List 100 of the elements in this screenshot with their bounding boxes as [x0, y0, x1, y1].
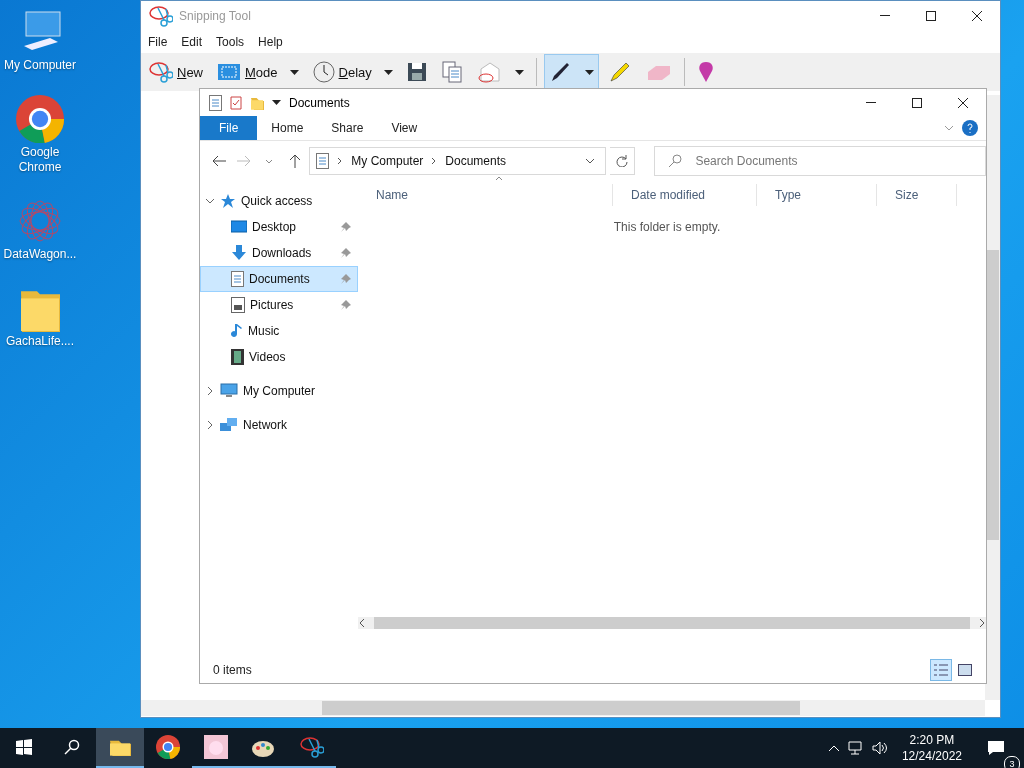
chevron-down-icon: [265, 158, 274, 164]
nav-item[interactable]: Music: [200, 318, 358, 344]
empty-folder-message: This folder is empty.: [613, 220, 721, 234]
download-icon: [231, 245, 247, 261]
window-title: Snipping Tool: [179, 9, 251, 23]
network-status-icon: [847, 741, 864, 755]
refresh-button[interactable]: [610, 147, 636, 175]
rectangle-select-icon: [217, 62, 241, 82]
menu-item[interactable]: File: [148, 35, 168, 49]
pin-icon: [341, 300, 351, 310]
dropdown-arrow-icon: [289, 69, 299, 75]
chevron-down-icon: [205, 196, 215, 206]
desktop-shortcut[interactable]: DataWagon...: [0, 197, 80, 262]
minimize-icon: [880, 15, 890, 17]
close-icon: [972, 11, 982, 21]
maximize-icon: [912, 97, 922, 108]
windows-logo-icon: [16, 739, 32, 755]
monitor-icon: [220, 383, 238, 399]
minimize-icon: [866, 101, 876, 104]
star-icon: [220, 193, 236, 209]
menu-item[interactable]: Tools: [216, 35, 245, 49]
clock-icon: [312, 61, 335, 83]
film-icon: [231, 349, 244, 365]
dropdown-arrow-icon: [383, 69, 393, 75]
dropdown-arrow-icon: [514, 69, 524, 75]
pin-icon: [341, 222, 351, 232]
document-icon: [209, 94, 222, 111]
forward-arrow-icon: [237, 155, 251, 167]
taskbar-app[interactable]: [96, 728, 144, 768]
chevron-up-icon: [827, 744, 840, 752]
picture-icon: [231, 297, 245, 313]
column-header[interactable]: Name: [358, 184, 613, 206]
status-text: 0 items: [213, 663, 252, 677]
ribbon-tab[interactable]: View: [377, 116, 432, 140]
address-bar[interactable]: My Computer Documents: [309, 147, 607, 175]
desktop-shortcut[interactable]: GachaLife....: [0, 284, 80, 349]
scrollbar[interactable]: [141, 700, 985, 716]
back-arrow-icon: [211, 155, 226, 167]
window-title: Documents: [289, 95, 350, 110]
desktop-shortcut[interactable]: Google Chrome: [0, 95, 80, 175]
search-icon: [64, 739, 80, 755]
highlighter-icon: [607, 60, 632, 84]
network-icon: [220, 417, 238, 433]
music-note-icon: [231, 323, 243, 339]
search-icon: [668, 154, 683, 168]
nav-item[interactable]: Downloads: [200, 240, 358, 266]
search-field[interactable]: Search Documents: [654, 146, 986, 176]
envelope-icon: [476, 61, 503, 83]
volume-icon: [871, 741, 888, 755]
dropdown-arrow-icon: [272, 100, 281, 105]
pin-icon: [341, 274, 351, 284]
mesh-icon: [16, 197, 64, 245]
menu-item[interactable]: Help: [258, 35, 283, 49]
chevron-down-icon: [585, 158, 596, 164]
save-icon: [406, 62, 427, 82]
nav-item[interactable]: Network: [200, 412, 358, 438]
scissors-icon: [149, 4, 173, 28]
chevron-right-icon: [337, 157, 344, 165]
chevron-right-icon: [205, 386, 215, 396]
document-icon: [316, 153, 330, 169]
document-icon: [231, 271, 244, 287]
up-arrow-icon: [288, 154, 301, 168]
maximize-icon: [926, 11, 936, 21]
scrollbar[interactable]: [358, 617, 986, 629]
pin-icon: [341, 248, 351, 258]
delay-button[interactable]: Delay: [307, 54, 398, 90]
new-button[interactable]: New: [144, 54, 208, 90]
scroll-left-icon: [358, 618, 366, 628]
desktop-icon: [231, 220, 247, 234]
nav-item[interactable]: Quick access: [200, 188, 358, 214]
pen-button[interactable]: [543, 54, 599, 90]
help-icon: [962, 120, 978, 136]
ribbon-tab[interactable]: Share: [317, 116, 378, 140]
dropdown-arrow-icon: [584, 69, 594, 75]
chevron-down-icon: [944, 125, 954, 131]
clock[interactable]: 2:20 PM 12/24/2022: [895, 732, 968, 764]
paint-drop-icon: [696, 61, 715, 83]
column-header[interactable]: Type: [757, 184, 877, 206]
nav-item[interactable]: Videos: [200, 344, 358, 370]
notification-icon: [987, 740, 1005, 756]
tiles-view-icon: [958, 664, 972, 676]
details-view-icon: [934, 664, 948, 676]
chrome-icon: [16, 95, 64, 143]
ribbon-tab[interactable]: File: [200, 116, 258, 140]
chevron-right-icon: [431, 157, 438, 165]
nav-item[interactable]: My Computer: [200, 378, 358, 404]
close-icon: [958, 97, 968, 108]
avatar-icon: [204, 735, 228, 759]
scissors-icon: [149, 60, 173, 84]
column-header[interactable]: Date modified: [613, 184, 757, 206]
nav-item[interactable]: Documents: [200, 266, 358, 292]
folder-icon: [250, 95, 264, 110]
nav-item[interactable]: Pictures: [200, 292, 358, 318]
menu-item[interactable]: Edit: [181, 35, 203, 49]
desktop-shortcut[interactable]: My Computer: [0, 8, 80, 73]
nav-item[interactable]: Desktop: [200, 214, 358, 240]
ribbon-tab[interactable]: Home: [257, 116, 318, 140]
column-header[interactable]: Size: [877, 184, 957, 206]
mode-button[interactable]: Mode: [212, 54, 304, 90]
copy-icon: [440, 61, 463, 83]
